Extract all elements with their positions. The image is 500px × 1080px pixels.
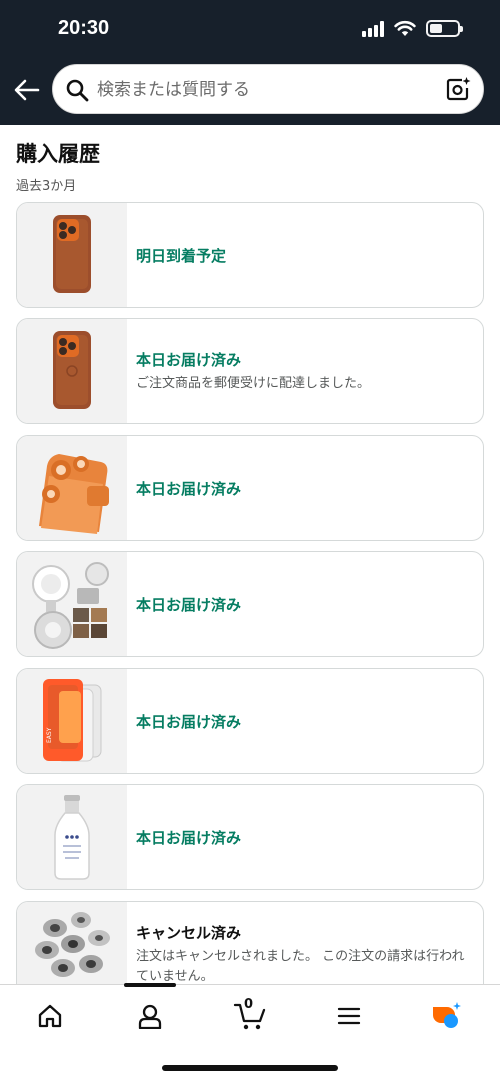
delivery-status: 本日お届け済み	[136, 350, 242, 369]
order-card[interactable]: 明日到着予定	[16, 202, 484, 308]
bottom-nav: 0	[0, 983, 500, 1080]
delivery-status: 本日お届け済み	[136, 595, 242, 614]
order-history: 購入履歴 過去3か月 明日到着予定 本日お届け済み ご注文商品を郵便受けに配達し…	[0, 125, 500, 985]
order-info: 本日お届け済み	[136, 669, 473, 773]
delivery-status: 本日お届け済み	[136, 828, 242, 847]
menu-icon	[337, 1007, 361, 1025]
search-icon	[66, 79, 89, 102]
header: 20:30	[0, 0, 500, 125]
product-image	[17, 203, 127, 307]
account-icon	[138, 1004, 162, 1029]
camera-search-icon[interactable]	[445, 76, 471, 102]
order-card[interactable]: 本日お届け済み	[16, 435, 484, 541]
nav-home[interactable]	[30, 999, 70, 1033]
home-icon	[38, 1004, 62, 1028]
delivery-status: 明日到着予定	[136, 246, 227, 265]
svg-text:EASY: EASY	[46, 727, 53, 743]
soda-bottle-image	[54, 795, 90, 880]
nav-menu[interactable]	[329, 999, 369, 1033]
ring-stand-image	[32, 562, 109, 649]
phone-case-image	[53, 215, 91, 293]
order-info: キャンセル済み 注文はキャンセルされました。 この注文の請求は行われていません。	[136, 902, 473, 985]
order-info: 明日到着予定	[136, 203, 473, 307]
order-card[interactable]: EASY 本日お届け済み	[16, 668, 484, 774]
order-info: 本日お届け済み ご注文商品を郵便受けに配達しました。	[136, 319, 473, 423]
wifi-icon	[394, 20, 416, 36]
period-filter[interactable]: 過去3か月	[16, 175, 76, 194]
status-bar: 20:30	[0, 0, 500, 60]
product-image	[17, 436, 127, 540]
screen-protector-image: EASY	[43, 679, 102, 762]
app-screen: 20:30 検索または質問する 購入履歴 過去3か月 明日到着予定 本日お届け済…	[0, 0, 500, 1080]
signal-icon	[362, 20, 384, 37]
order-info: 本日お届け済み	[136, 552, 473, 656]
order-card[interactable]: キャンセル済み 注文はキャンセルされました。 この注文の請求は行われていません。	[16, 901, 484, 985]
product-image	[17, 552, 127, 656]
order-card[interactable]: 本日お届け済み	[16, 784, 484, 890]
delivery-status: 本日お届け済み	[136, 479, 242, 498]
order-info: 本日お届け済み	[136, 436, 473, 540]
status-time: 20:30	[58, 17, 110, 39]
lens-cover-image	[39, 454, 109, 534]
order-card[interactable]: 本日お届け済み ご注文商品を郵便受けに配達しました。	[16, 318, 484, 424]
back-arrow-icon[interactable]	[14, 78, 40, 102]
home-indicator	[162, 1065, 338, 1071]
cancel-status: キャンセル済み	[136, 924, 242, 942]
cancel-detail: 注文はキャンセルされました。 この注文の請求は行われていません。	[136, 949, 465, 984]
delivery-status: 本日お届け済み	[136, 712, 242, 731]
order-info: 本日お届け済み	[136, 785, 473, 889]
product-image: EASY	[17, 669, 127, 773]
active-tab-indicator	[124, 983, 176, 987]
cart-count: 0	[244, 997, 254, 1012]
product-image	[17, 902, 127, 985]
search-bar[interactable]	[52, 64, 484, 114]
ear-tips-image	[35, 912, 110, 977]
delivery-detail: ご注文商品を郵便受けに配達しました。	[136, 375, 371, 391]
nav-account[interactable]	[130, 999, 170, 1033]
product-image	[17, 319, 127, 423]
assistant-icon	[433, 1002, 461, 1028]
phone-case-image	[53, 331, 91, 409]
search-input[interactable]	[97, 78, 427, 102]
product-image	[17, 785, 127, 889]
nav-cart[interactable]: 0	[230, 997, 270, 1033]
battery-icon	[426, 20, 463, 37]
page-title: 購入履歴	[16, 142, 100, 166]
status-icons	[362, 20, 463, 37]
nav-assistant[interactable]	[426, 999, 466, 1033]
order-card[interactable]: 本日お届け済み	[16, 551, 484, 657]
